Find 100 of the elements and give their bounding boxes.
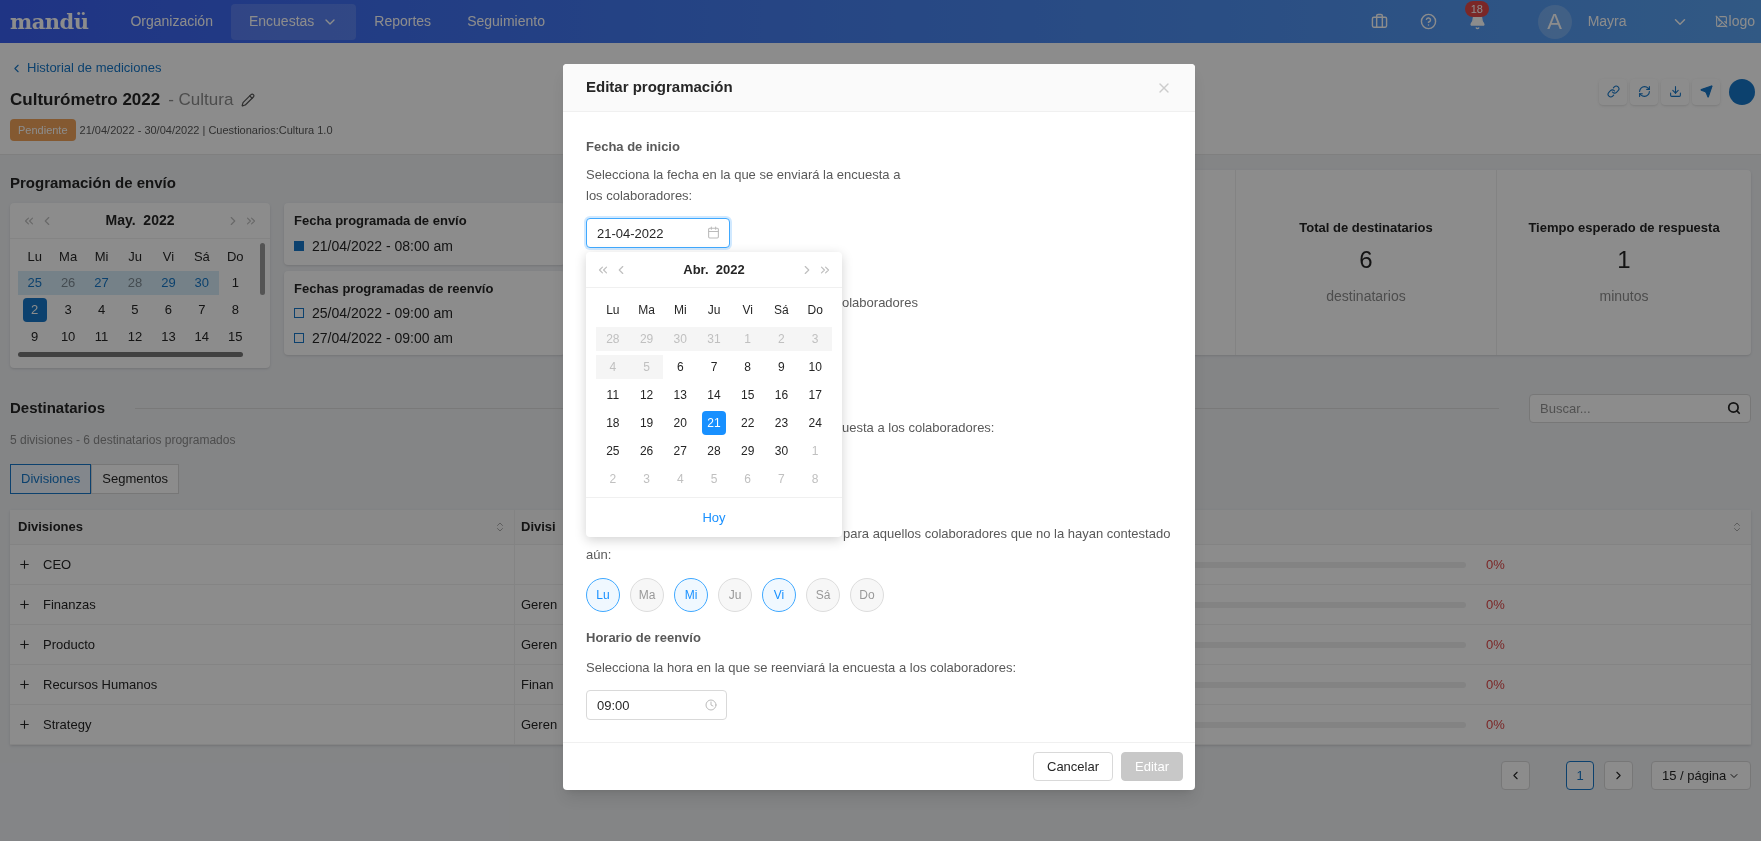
- calendar-day[interactable]: 12: [123, 324, 147, 349]
- calendar-day[interactable]: 13: [668, 383, 693, 407]
- calendar-day[interactable]: 16: [769, 383, 794, 407]
- section-title: Destinatarios: [10, 398, 106, 419]
- expand-icon[interactable]: [18, 558, 31, 571]
- calendar-day[interactable]: 4: [89, 297, 114, 322]
- link-button[interactable]: [1599, 78, 1627, 105]
- weekday-toggle[interactable]: Ma: [630, 578, 664, 612]
- search-icon[interactable]: [1727, 401, 1741, 415]
- page-size-select[interactable]: 15 / página: [1651, 761, 1751, 790]
- calendar-day[interactable]: 15: [223, 324, 248, 349]
- weekday-toggle[interactable]: Ju: [718, 578, 752, 612]
- calendar-day[interactable]: 21: [702, 411, 726, 435]
- calendar-day[interactable]: 14: [702, 383, 726, 407]
- cancel-button[interactable]: Cancelar: [1033, 752, 1114, 781]
- calendar-month: May. 2022: [104, 211, 176, 230]
- segment-tab[interactable]: Divisiones: [10, 464, 92, 494]
- expand-icon[interactable]: [18, 678, 31, 691]
- calendar-day[interactable]: 11: [600, 383, 625, 407]
- square-outline-icon: [294, 308, 304, 318]
- field-description: Selecciona la hora en la que se reenviará la encuesta a los colaboradores:: [586, 659, 1017, 677]
- pencil-icon[interactable]: [241, 93, 256, 107]
- progress-percent: 0%: [1486, 555, 1506, 574]
- calendar-day[interactable]: 1: [223, 270, 248, 295]
- logo[interactable]: mandü: [0, 5, 113, 38]
- calendar-day[interactable]: 6: [668, 355, 693, 379]
- calendar-day[interactable]: 8: [223, 297, 248, 322]
- weekday-label: Ma: [637, 302, 656, 319]
- calendar-day[interactable]: 11: [89, 324, 114, 349]
- calendar-day[interactable]: 10: [56, 324, 81, 349]
- calendar-day[interactable]: 29: [735, 439, 760, 463]
- segment-tab[interactable]: Segmentos: [91, 464, 179, 494]
- weekday-toggle[interactable]: Do: [850, 578, 884, 612]
- calendar-day[interactable]: 15: [735, 383, 760, 407]
- nav-item[interactable]: Organización: [112, 3, 231, 40]
- calendar-day[interactable]: 5: [123, 297, 147, 322]
- calendar-day[interactable]: 8: [735, 355, 760, 379]
- previous-page-button[interactable]: [1501, 761, 1530, 790]
- calendar-day[interactable]: 28: [702, 439, 726, 463]
- download-button[interactable]: [1661, 78, 1689, 105]
- sort-icon[interactable]: [494, 521, 506, 533]
- calendar-day[interactable]: 10: [803, 355, 828, 379]
- calendar-day[interactable]: 17: [803, 383, 828, 407]
- nav-item[interactable]: Reportes: [356, 3, 450, 40]
- calendar-day[interactable]: 18: [600, 411, 625, 435]
- expand-icon[interactable]: [18, 718, 31, 731]
- weekday-toggle[interactable]: Vi: [762, 578, 796, 612]
- progress-percent: 0%: [1486, 675, 1506, 694]
- column-header[interactable]: Divisi: [521, 517, 556, 537]
- weekday-label: Sá: [773, 302, 790, 319]
- column-header[interactable]: Divisiones: [18, 517, 494, 537]
- weekday-toggle[interactable]: Lu: [586, 578, 620, 612]
- weekday-toggle[interactable]: Sá: [806, 578, 840, 612]
- calendar-day[interactable]: 24: [803, 411, 828, 435]
- download-icon: [1668, 85, 1682, 98]
- calendar-day[interactable]: 9: [769, 355, 794, 379]
- nav-item[interactable]: Seguimiento: [449, 3, 563, 40]
- calendar-day[interactable]: 27: [668, 439, 693, 463]
- date-field[interactable]: 21-04-2022: [586, 218, 730, 248]
- weekday-toggle[interactable]: Mi: [674, 578, 708, 612]
- link-icon: [1606, 85, 1620, 98]
- calendar-day[interactable]: 19: [634, 411, 659, 435]
- expand-icon[interactable]: [18, 598, 31, 611]
- calendar-day[interactable]: 25: [600, 439, 625, 463]
- horizontal-scrollbar[interactable]: [18, 352, 243, 357]
- vertical-scrollbar[interactable]: [260, 243, 265, 295]
- calendar-day[interactable]: 23: [769, 411, 794, 435]
- table-cell-text: Producto: [43, 635, 96, 654]
- calendar-day[interactable]: 26: [634, 439, 659, 463]
- calendar-day[interactable]: 12: [634, 383, 659, 407]
- field-description: olaboradores: [842, 293, 918, 312]
- progress-percent: 0%: [1486, 635, 1506, 654]
- send-button[interactable]: [1692, 78, 1720, 105]
- calendar-day[interactable]: 13: [156, 324, 181, 349]
- briefcase-icon[interactable]: [1370, 13, 1388, 30]
- calendar-day[interactable]: 7: [702, 355, 726, 379]
- refresh-button[interactable]: [1630, 78, 1658, 105]
- filled-square-icon: [294, 241, 304, 251]
- calendar-day[interactable]: 22: [735, 411, 760, 435]
- sort-icon[interactable]: [1731, 521, 1743, 533]
- calendar-day[interactable]: 6: [156, 297, 181, 322]
- calendar-day[interactable]: 30: [769, 439, 794, 463]
- calendar-day[interactable]: 20: [668, 411, 693, 435]
- calendar-day[interactable]: 7: [189, 297, 214, 322]
- search-field[interactable]: Buscar...: [1529, 394, 1751, 423]
- expand-icon[interactable]: [18, 638, 31, 651]
- calendar-day[interactable]: 3: [56, 297, 81, 322]
- help-icon[interactable]: [1419, 13, 1437, 30]
- round-action-button[interactable]: [1729, 78, 1755, 105]
- today-link[interactable]: Hoy: [702, 507, 726, 528]
- page-button[interactable]: 1: [1566, 761, 1594, 790]
- next-page-button[interactable]: [1604, 761, 1633, 790]
- calendar-day[interactable]: 9: [22, 324, 47, 349]
- calendar-day[interactable]: 2: [22, 297, 47, 322]
- back-link[interactable]: Historial de mediciones: [10, 59, 1599, 77]
- stat-unit: minutos: [1599, 286, 1649, 306]
- progress-percent: 0%: [1486, 715, 1506, 734]
- calendar-day[interactable]: 14: [189, 324, 214, 349]
- table-cell-text: Geren: [521, 595, 558, 614]
- time-field[interactable]: 09:00: [586, 690, 727, 720]
